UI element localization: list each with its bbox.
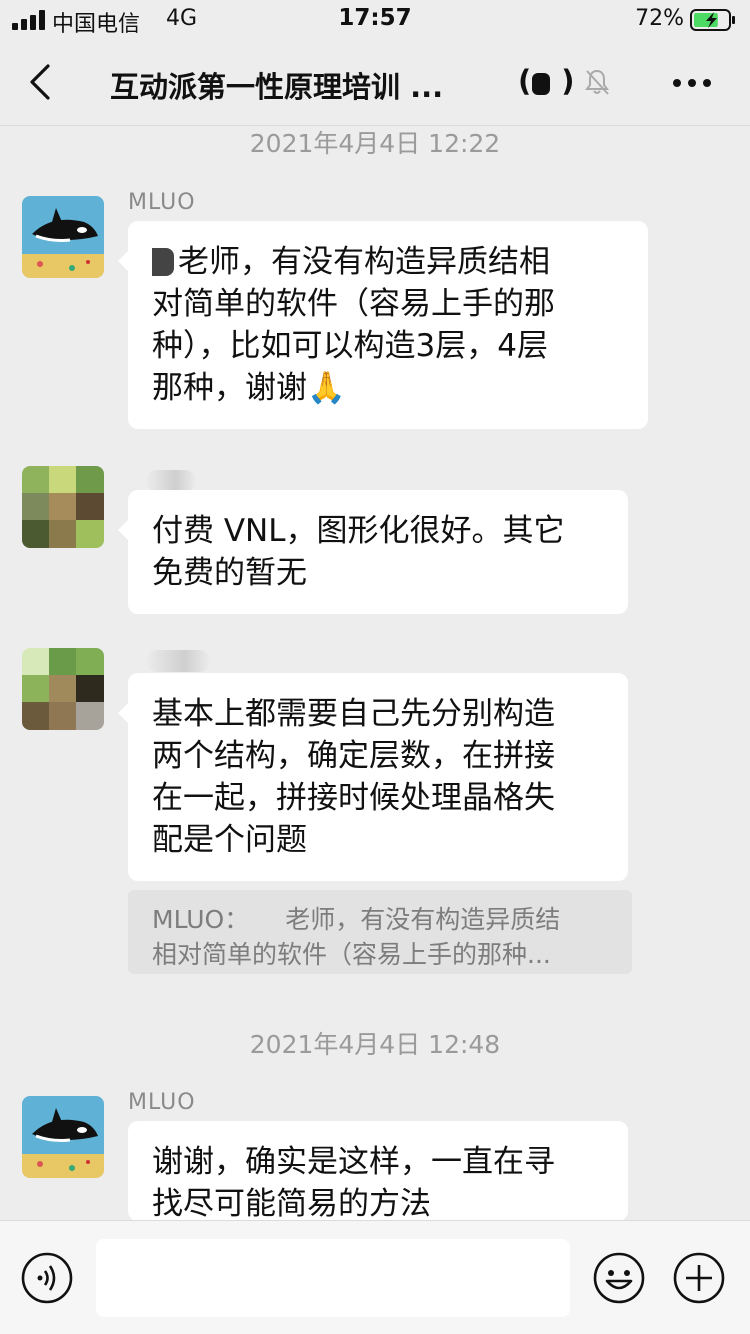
redacted-sender: [146, 470, 196, 492]
redacted-name: [152, 248, 174, 276]
chat-title[interactable]: 互动派第一性原理培训 ...: [110, 64, 443, 106]
quote-line: 老师，有没有构造异质结: [285, 905, 561, 934]
message-line: 免费的暂无: [152, 555, 307, 591]
timestamp: 2021年4月4日 12:48: [249, 1030, 501, 1059]
quote-line: 相对简单的软件（容易上手的那种...: [152, 940, 551, 969]
message-bubble[interactable]: 谢谢，确实是这样，一直在寻 找尽可能简易的方法: [128, 1121, 628, 1221]
avatar-pixelated[interactable]: [22, 466, 104, 548]
sender-name: MLUO: [128, 190, 196, 215]
chat-header: 互动派第一性原理培训 ... (): [0, 40, 750, 126]
message-bubble[interactable]: 老师，有没有构造异质结相 对简单的软件（容易上手的那 种），比如可以构造3层，4…: [118, 221, 648, 429]
input-bar: [0, 1220, 750, 1334]
message-line: 在一起，拼接时候处理晶格失: [152, 780, 555, 816]
message-line: 配是个问题: [152, 822, 307, 858]
orca-avatar-icon: [22, 1096, 104, 1178]
message-line: 老师，有没有构造异质结相: [178, 244, 550, 280]
message-line: 种），比如可以构造3层，4层: [152, 328, 548, 364]
message-input[interactable]: [96, 1239, 570, 1317]
message-bubble[interactable]: 基本上都需要自己先分别构造 两个结构，确定层数，在拼接 在一起，拼接时候处理晶格…: [118, 673, 628, 881]
quoted-message[interactable]: MLUO： 老师，有没有构造异质结 相对简单的软件（容易上手的那种...: [128, 890, 632, 974]
redacted-sender: [146, 650, 210, 672]
battery-icon: [690, 9, 735, 31]
message-line: 对简单的软件（容易上手的那: [152, 286, 555, 322]
message-line: 两个结构，确定层数，在拼接: [152, 738, 555, 774]
avatar-pixelated[interactable]: [22, 648, 104, 730]
pixelated-avatar-icon: [22, 466, 104, 548]
status-bar: 中国电信 4G 17:57 72%: [0, 0, 750, 40]
voice-icon[interactable]: [20, 1251, 74, 1305]
orca-avatar-icon: [22, 196, 104, 278]
member-count-redacted: [532, 73, 550, 95]
plus-icon[interactable]: [672, 1251, 726, 1305]
message-bubble[interactable]: 付费 VNL，图形化很好。其它 免费的暂无: [118, 490, 628, 614]
emoji-icon[interactable]: [592, 1251, 646, 1305]
message-line: 谢谢，确实是这样，一直在寻: [152, 1144, 555, 1180]
message-line: 付费 VNL，图形化很好。其它: [152, 513, 565, 549]
avatar[interactable]: [22, 1096, 104, 1178]
timestamp: 2021年4月4日 12:22: [249, 129, 501, 158]
bell-slash-icon: [585, 69, 609, 95]
avatar[interactable]: [22, 196, 104, 278]
chevron-left-icon[interactable]: [28, 64, 54, 100]
quote-sender: MLUO：: [152, 905, 250, 934]
message-line: 那种，谢谢🙏: [152, 370, 346, 406]
pixelated-avatar-icon: [22, 648, 104, 730]
battery-percent: 72%: [635, 6, 684, 31]
more-dots-icon[interactable]: [672, 78, 712, 88]
message-line: 找尽可能简易的方法: [152, 1186, 431, 1221]
sender-name: MLUO: [128, 1090, 196, 1115]
message-line: 基本上都需要自己先分别构造: [152, 696, 555, 732]
